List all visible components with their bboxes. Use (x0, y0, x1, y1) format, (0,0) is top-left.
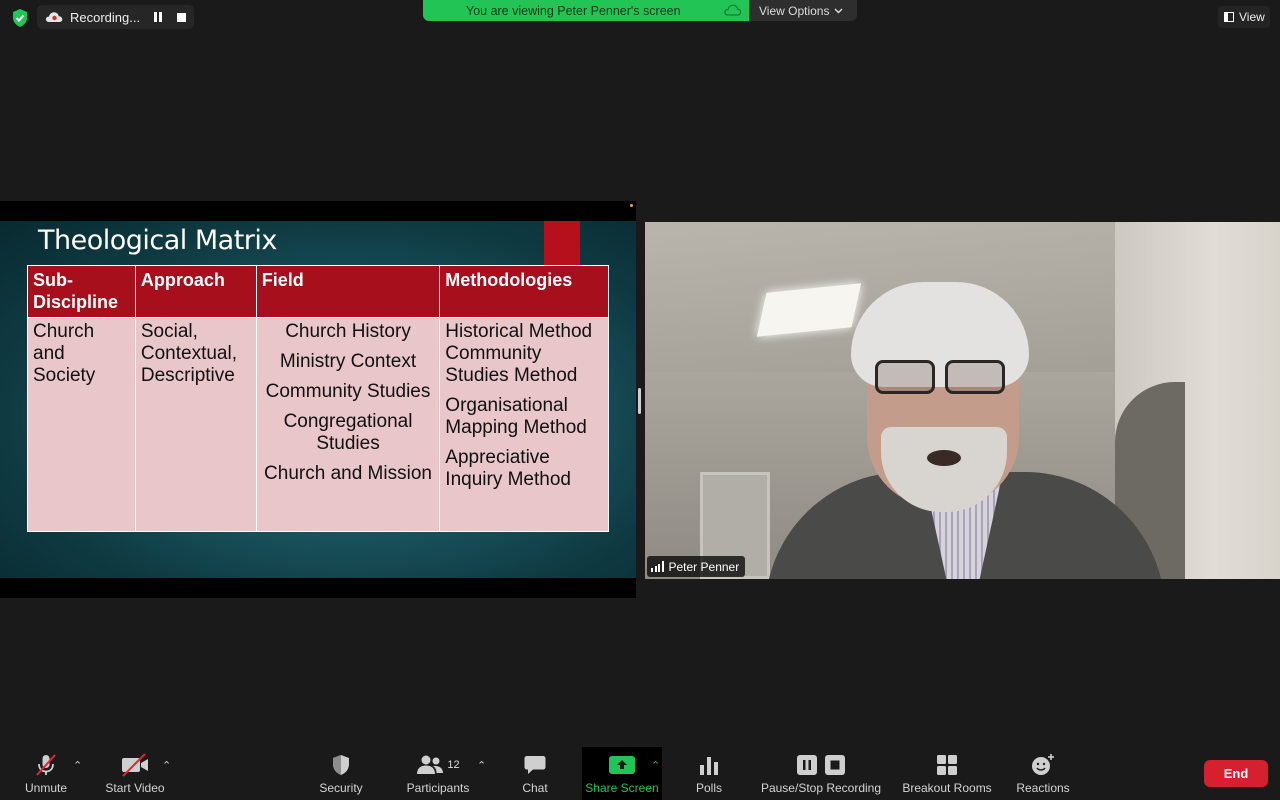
share-screen-label: Share Screen (585, 781, 659, 795)
share-screen-button[interactable]: Share Screen (582, 747, 662, 800)
chevron-up-icon[interactable]: ⌃ (651, 759, 661, 772)
field-item: Community Studies (265, 381, 431, 402)
unmute-label: Unmute (24, 781, 68, 795)
chevron-up-icon[interactable]: ⌃ (162, 759, 172, 772)
slide-red-tab (544, 221, 580, 266)
chevron-up-icon[interactable]: ⌃ (477, 759, 487, 772)
view-options-label: View Options (759, 3, 830, 18)
participants-icon (417, 755, 444, 774)
video-off-icon (122, 753, 148, 777)
polls-button[interactable]: Polls (690, 747, 728, 800)
header-subdiscipline: Sub-Discipline (27, 265, 136, 318)
participant-name-badge: Peter Penner (647, 556, 746, 577)
recording-indicator: Recording... (37, 5, 194, 29)
breakout-rooms-label: Breakout Rooms (902, 781, 992, 795)
signal-bars-icon (651, 561, 664, 572)
participant-name: Peter Penner (668, 559, 740, 574)
shared-screen[interactable]: Theological Matrix Sub-Discipline Approa… (0, 201, 636, 598)
view-button[interactable]: View (1218, 6, 1270, 28)
view-options-button[interactable]: View Options (749, 0, 857, 21)
shield-icon[interactable] (10, 8, 30, 28)
start-video-label: Start Video (105, 781, 165, 795)
end-meeting-button[interactable]: End (1204, 760, 1268, 787)
table-row: Church and Society Social, Contextual, D… (27, 317, 609, 532)
breakout-rooms-icon (937, 755, 957, 775)
participants-count: 12 (447, 759, 460, 771)
mic-muted-icon (36, 754, 56, 776)
chevron-up-icon[interactable]: ⌃ (73, 759, 83, 772)
slide-title: Theological Matrix (38, 225, 277, 256)
methodology-item: Community Studies Method (445, 343, 578, 386)
security-label: Security (319, 781, 363, 795)
pause-icon (797, 755, 817, 775)
chat-label: Chat (522, 781, 548, 795)
pause-stop-recording-label: Pause/Stop Recording (760, 781, 882, 795)
reactions-button[interactable]: Reactions (1013, 747, 1073, 800)
header-field: Field (255, 265, 441, 318)
resize-splitter[interactable] (638, 388, 641, 414)
pause-stop-recording-button[interactable]: Pause/Stop Recording (756, 747, 886, 800)
table-header-row: Sub-Discipline Approach Field Methodolog… (27, 265, 609, 318)
security-button[interactable]: Security (312, 747, 370, 800)
zoom-meeting-window: Recording... You are viewing Peter Penne… (0, 0, 1280, 800)
participant-video[interactable]: Peter Penner (645, 222, 1280, 579)
subdiscipline-item: Church and Society (33, 321, 96, 386)
person-glasses (867, 360, 1012, 400)
header-approach: Approach (134, 265, 257, 318)
meeting-toolbar: Unmute ⌃ Start Video ⌃ Security 12 Parti… (0, 747, 1280, 800)
breakout-rooms-button[interactable]: Breakout Rooms (898, 747, 996, 800)
participants-button[interactable]: 12 Participants (400, 747, 476, 800)
methodology-item: Historical Method (445, 321, 593, 342)
methodology-item: Appreciative Inquiry Method (445, 447, 571, 490)
polls-icon (700, 757, 718, 775)
header-methodologies: Methodologies (439, 265, 609, 318)
stop-icon (825, 755, 845, 775)
chat-icon (524, 756, 546, 774)
unmute-button[interactable]: Unmute (18, 747, 74, 800)
pause-icon[interactable] (154, 12, 164, 22)
subdiscipline-cell: Church and Society (27, 317, 136, 532)
view-layout-icon (1224, 12, 1234, 22)
person-mouth (927, 450, 961, 466)
presentation-slide: Theological Matrix Sub-Discipline Approa… (0, 221, 636, 578)
field-item: Church History (285, 321, 411, 342)
cloud-icon (724, 4, 741, 16)
methodology-item: Organisational Mapping Method (445, 395, 587, 438)
chat-button[interactable]: Chat (514, 747, 556, 800)
viewing-banner-text: You are viewing Peter Penner's screen (466, 3, 681, 18)
field-item: Church and Mission (264, 463, 432, 484)
polls-label: Polls (695, 781, 722, 795)
approach-item: Social, Contextual, Descriptive (140, 321, 237, 386)
cloud-icon (45, 12, 63, 22)
field-item: Ministry Context (279, 351, 417, 372)
chevron-down-icon (834, 8, 843, 13)
security-shield-icon (333, 755, 349, 775)
field-cell: Church History Ministry Context Communit… (255, 317, 441, 532)
reactions-icon (1032, 754, 1054, 775)
matrix-table: Sub-Discipline Approach Field Methodolog… (27, 265, 609, 532)
participants-label: Participants (406, 781, 470, 795)
view-label: View (1239, 10, 1265, 24)
share-screen-icon (609, 756, 635, 774)
start-video-button[interactable]: Start Video (100, 747, 170, 800)
stop-icon[interactable] (177, 13, 186, 22)
approach-cell: Social, Contextual, Descriptive (134, 317, 257, 532)
reactions-label: Reactions (1016, 781, 1070, 795)
recording-label: Recording... (70, 9, 141, 25)
indicator-dot (630, 204, 633, 207)
methodologies-cell: Historical Method Community Studies Meth… (439, 317, 609, 532)
field-item: Congregational Studies (283, 411, 413, 454)
viewing-banner: You are viewing Peter Penner's screen (423, 0, 749, 21)
